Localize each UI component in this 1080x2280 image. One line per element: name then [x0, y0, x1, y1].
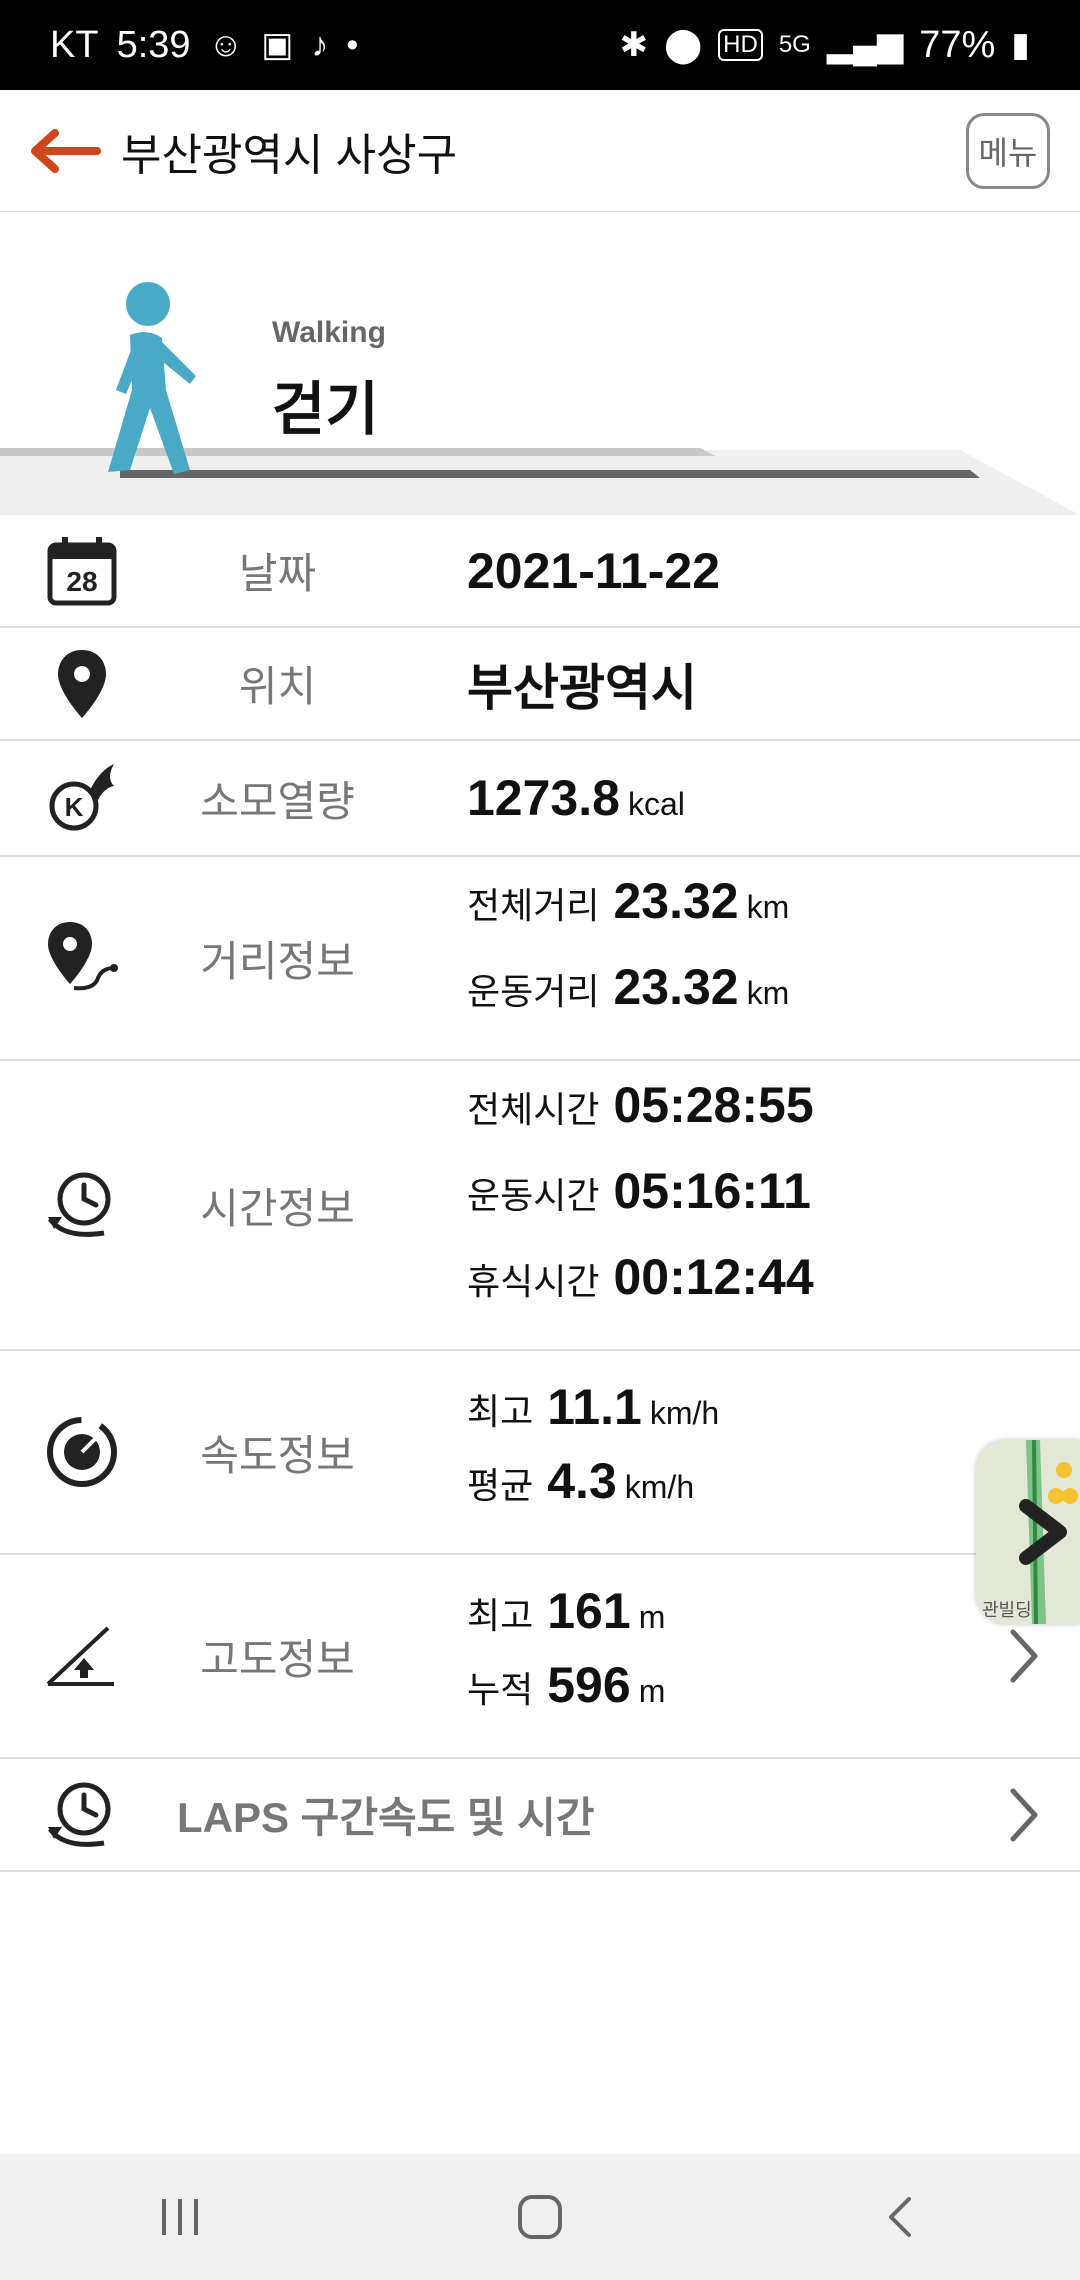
- map-preview: 관빌딩: [976, 1440, 1080, 1624]
- distance-row: 거리정보 전체거리 23.32 km 운동거리 23.32 km: [0, 857, 1080, 1061]
- cum-altitude-label: 누적: [467, 1669, 534, 1710]
- cum-altitude-value: 596: [547, 1657, 631, 1713]
- date-value: 2021-11-22: [467, 542, 721, 599]
- max-speed-value: 11.1: [547, 1379, 642, 1435]
- clock: 5:39: [116, 23, 191, 66]
- location-label: 위치: [238, 663, 317, 710]
- laps-label: LAPS 구간속도 및 시간: [177, 1794, 595, 1841]
- svg-text:K: K: [65, 792, 84, 822]
- speed-label: 속도정보: [200, 1431, 355, 1479]
- speedometer-icon: [40, 1410, 124, 1494]
- date-row: 28 날짜 2021-11-22: [0, 515, 1080, 628]
- altitude-icon: [40, 1614, 124, 1698]
- home-icon: [518, 2195, 562, 2239]
- menu-button[interactable]: 메뉴: [966, 112, 1050, 189]
- max-speed-unit: km/h: [649, 1395, 720, 1431]
- altitude-row[interactable]: 고도정보 최고 161 m 누적 596 m: [0, 1555, 1080, 1759]
- carrier: KT: [50, 23, 99, 66]
- location-pin-icon: [40, 642, 124, 726]
- map-label: 관빌딩: [982, 1600, 1032, 1621]
- activity-header: Walking 걷기: [0, 212, 1080, 515]
- home-button[interactable]: [480, 2167, 600, 2267]
- time-label: 시간정보: [200, 1184, 355, 1232]
- clock-icon: [40, 1163, 124, 1247]
- exercise-distance-value: 23.32: [613, 959, 739, 1015]
- total-distance-label: 전체거리: [467, 885, 600, 926]
- exercise-distance-unit: km: [746, 975, 790, 1011]
- exercise-time-value: 05:16:11: [613, 1163, 811, 1219]
- distance-label: 거리정보: [200, 937, 355, 985]
- altitude-values: 최고 161 m 누적 596 m: [467, 1582, 665, 1730]
- 5g-icon: 5G: [778, 31, 811, 58]
- back-icon: [889, 2197, 911, 2237]
- location-icon: ⬤: [664, 26, 703, 64]
- time-row: 시간정보 전체시간 05:28:55 운동시간 05:16:11 휴식시간 00…: [0, 1061, 1080, 1351]
- activity-label-en: Walking: [272, 316, 386, 349]
- exercise-time-label: 운동시간: [467, 1175, 600, 1216]
- rest-time-label: 휴식시간: [467, 1261, 600, 1302]
- route-icon: [40, 916, 124, 1000]
- chevron-right-icon: [1010, 1788, 1038, 1841]
- recent-apps-icon: [162, 2199, 198, 2235]
- walking-person-icon: [108, 282, 196, 474]
- location-value: 부산광역시: [467, 659, 697, 716]
- exercise-distance-label: 운동거리: [467, 971, 600, 1012]
- total-time-label: 전체시간: [467, 1089, 600, 1130]
- recent-apps-button[interactable]: [120, 2167, 240, 2267]
- laps-row[interactable]: LAPS 구간속도 및 시간: [0, 1759, 1080, 1872]
- tiktok-icon: ♪: [311, 25, 329, 64]
- cum-altitude-unit: m: [638, 1673, 666, 1709]
- location-row: 위치 부산광역시: [0, 628, 1080, 741]
- status-bar: KT 5:39 ☺ ▣ ♪ • ✱ ⬤ HD 5G ▂▄▆ 77% ▮: [0, 0, 1080, 90]
- calorie-icon: K: [40, 756, 124, 840]
- max-altitude-unit: m: [638, 1599, 666, 1635]
- activity-label-ko: 걷기: [272, 377, 379, 442]
- avg-speed-unit: km/h: [624, 1469, 695, 1505]
- back-button[interactable]: [15, 90, 115, 211]
- max-altitude-value: 161: [547, 1583, 631, 1639]
- info-list: 28 날짜 2021-11-22 위치 부산광역시 K 소모열량 1273.8 k…: [0, 515, 1080, 1872]
- app-bar: 부산광역시 사상구 메뉴: [0, 90, 1080, 212]
- avg-speed-label: 평균: [467, 1465, 534, 1506]
- bluetooth-icon: ✱: [619, 26, 649, 64]
- notification-icon: ☺: [208, 25, 244, 64]
- calories-value: 1273.8: [467, 770, 620, 826]
- time-values: 전체시간 05:28:55 운동시간 05:16:11 휴식시간 00:12:4…: [467, 1076, 814, 1334]
- dot-icon: •: [346, 25, 359, 64]
- calendar-icon: 28: [40, 529, 124, 613]
- total-distance-value: 23.32: [613, 873, 739, 929]
- calories-value-group: 1273.8 kcal: [467, 769, 685, 827]
- total-distance-unit: km: [746, 889, 790, 925]
- rest-time-value: 00:12:44: [613, 1249, 814, 1305]
- avg-speed-value: 4.3: [547, 1453, 617, 1509]
- chevron-right-icon: [1010, 1629, 1038, 1683]
- max-speed-label: 최고: [467, 1391, 534, 1432]
- signal-icon: ▂▄▆: [826, 26, 904, 64]
- battery-level: 77%: [919, 23, 996, 66]
- date-label: 날짜: [238, 550, 317, 597]
- system-nav-bar: [0, 2154, 1080, 2280]
- speed-values: 최고 11.1 km/h 평균 4.3 km/h: [467, 1378, 719, 1526]
- calories-row: K 소모열량 1273.8 kcal: [0, 741, 1080, 857]
- back-arrow-icon: [31, 128, 101, 173]
- hd-icon: HD: [718, 29, 763, 61]
- back-nav-button[interactable]: [840, 2167, 960, 2267]
- page-title: 부산광역시 사상구: [121, 130, 458, 180]
- distance-values: 전체거리 23.32 km 운동거리 23.32 km: [467, 872, 789, 1044]
- laps-clock-icon: [40, 1773, 124, 1857]
- total-time-value: 05:28:55: [613, 1077, 814, 1133]
- speed-row[interactable]: 속도정보 최고 11.1 km/h 평균 4.3 km/h: [0, 1351, 1080, 1555]
- battery-icon: ▮: [1011, 26, 1030, 64]
- gallery-icon: ▣: [261, 26, 294, 64]
- calories-unit: kcal: [627, 786, 685, 822]
- max-altitude-label: 최고: [467, 1595, 534, 1636]
- map-thumbnail-button[interactable]: 관빌딩: [976, 1440, 1080, 1624]
- calories-label: 소모열량: [200, 777, 355, 825]
- calendar-day: 28: [66, 566, 97, 597]
- altitude-label: 고도정보: [200, 1635, 355, 1683]
